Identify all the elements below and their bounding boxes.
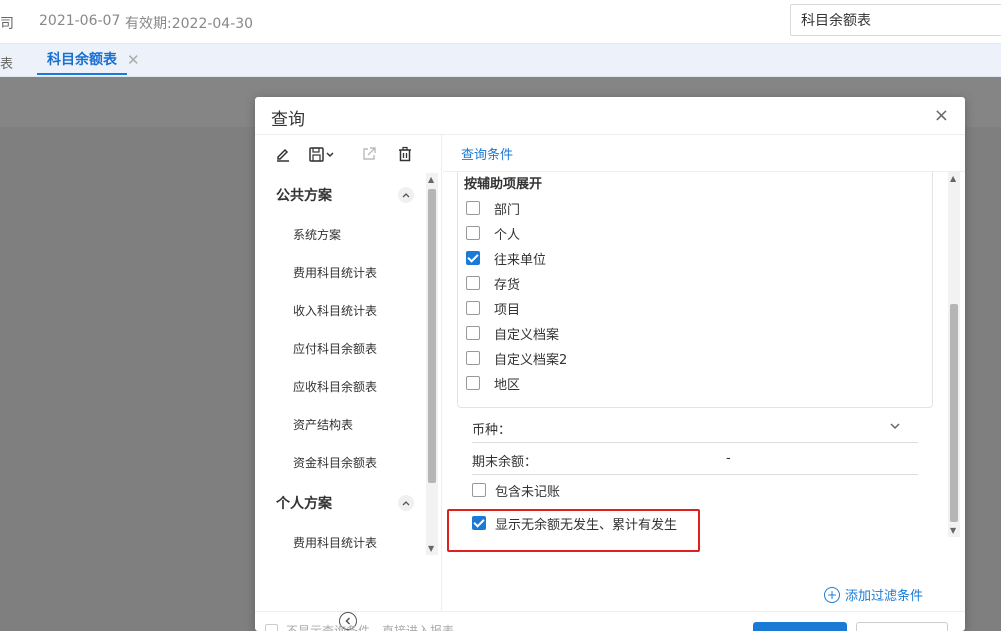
menu-search-input[interactable] xyxy=(790,4,1001,36)
chevron-down-icon[interactable] xyxy=(890,419,900,430)
option-label: 包含未记账 xyxy=(495,484,561,500)
option-label: 自定义档案 xyxy=(494,327,560,343)
checkbox[interactable] xyxy=(466,326,480,340)
checkbox[interactable] xyxy=(466,376,480,390)
confirm-button[interactable] xyxy=(753,622,847,631)
public-scheme-group[interactable]: 公共方案 xyxy=(255,173,425,215)
scheme-item[interactable]: 收入科目统计表 xyxy=(255,291,425,329)
aux-option-region[interactable]: 地区 xyxy=(466,373,520,393)
scroll-up-icon[interactable]: ▲ xyxy=(950,174,956,183)
skip-conditions-label: 不显示查询条件，直接进入报表 xyxy=(286,624,455,631)
scheme-item[interactable]: 资产结构表 xyxy=(255,405,425,443)
highlight-box xyxy=(447,509,700,552)
aux-expand-box xyxy=(457,171,933,408)
currency-label: 币种： xyxy=(472,423,512,438)
edit-icon[interactable] xyxy=(272,143,294,165)
scheme-item[interactable]: 费用科目统计表 xyxy=(255,523,425,551)
option-label: 自定义档案2 xyxy=(494,352,568,368)
query-dialog: 查询 × 公共方案 系统方案 费用科目统计表 收入科目统计表 应付科目余额表 应… xyxy=(255,97,965,631)
scroll-thumb[interactable] xyxy=(950,304,958,522)
checkbox[interactable] xyxy=(466,351,480,365)
tab-bar: 表 科目余额表 ✕ xyxy=(0,44,1001,77)
delete-icon[interactable] xyxy=(394,143,416,165)
ending-balance-label: 期末余额： xyxy=(472,455,538,470)
scheme-scrollbar[interactable]: ▲ ▼ xyxy=(426,173,438,555)
option-label: 地区 xyxy=(494,377,521,393)
scheme-item[interactable]: 资金科目余额表 xyxy=(255,443,425,481)
account-date: 2021-06-07 xyxy=(39,13,121,29)
include-unposted-option[interactable]: 包含未记账 xyxy=(472,480,560,500)
aux-option-project[interactable]: 项目 xyxy=(466,298,520,318)
scheme-item[interactable]: 费用科目统计表 xyxy=(255,253,425,291)
ending-balance-field[interactable]: 期末余额： - xyxy=(472,443,918,475)
aux-option-custom-archive[interactable]: 自定义档案 xyxy=(466,323,559,343)
skip-conditions-checkbox[interactable] xyxy=(265,624,278,631)
tab-account-balance[interactable]: 科目余额表 xyxy=(37,44,127,75)
aux-option-person[interactable]: 个人 xyxy=(466,223,520,243)
checkbox[interactable] xyxy=(472,483,486,497)
aux-option-inventory[interactable]: 存货 xyxy=(466,273,520,293)
scroll-thumb[interactable] xyxy=(428,189,436,483)
add-filter-button[interactable]: + 添加过滤条件 xyxy=(824,585,923,604)
tab-previous[interactable]: 表 xyxy=(0,53,13,72)
group-title: 公共方案 xyxy=(276,188,332,204)
plus-circle-icon: + xyxy=(824,586,840,603)
ending-balance-separator: - xyxy=(726,451,731,466)
aux-option-counterparty[interactable]: 往来单位 xyxy=(466,248,546,268)
top-header: 司 2021-06-07 有效期:2022-04-30 xyxy=(0,0,1001,44)
dialog-header: 查询 × xyxy=(255,97,965,135)
aux-option-custom-archive-2[interactable]: 自定义档案2 xyxy=(466,348,567,368)
chevron-up-icon[interactable] xyxy=(398,495,414,511)
checkbox[interactable] xyxy=(466,301,480,315)
option-label: 往来单位 xyxy=(494,252,547,268)
company-name: 司 xyxy=(0,16,14,32)
chevron-up-icon[interactable] xyxy=(398,187,414,203)
scroll-down-icon[interactable]: ▼ xyxy=(428,544,434,553)
scroll-up-icon[interactable]: ▲ xyxy=(428,175,434,184)
dialog-close-icon[interactable]: × xyxy=(934,105,949,126)
checkbox[interactable] xyxy=(466,276,480,290)
validity-date: 有效期:2022-04-30 xyxy=(125,16,254,32)
dialog-title: 查询 xyxy=(271,110,305,130)
tab-query-conditions[interactable]: 查询条件 xyxy=(461,144,513,163)
option-label: 部门 xyxy=(494,202,521,218)
tab-label: 科目余额表 xyxy=(47,51,117,68)
scheme-toolbar xyxy=(255,135,442,173)
scheme-item[interactable]: 应收科目余额表 xyxy=(255,367,425,405)
tab-close-icon[interactable]: ✕ xyxy=(127,51,140,69)
checkbox-checked[interactable] xyxy=(466,251,480,265)
currency-select[interactable]: 币种： xyxy=(472,411,918,443)
scroll-down-icon[interactable]: ▼ xyxy=(950,526,956,535)
scheme-item[interactable]: 系统方案 xyxy=(255,215,425,253)
option-label: 个人 xyxy=(494,227,521,243)
aux-expand-title: 按辅助项展开 xyxy=(464,177,543,192)
save-dropdown-icon[interactable] xyxy=(307,143,339,165)
personal-scheme-group[interactable]: 个人方案 xyxy=(255,481,425,523)
scheme-list: 公共方案 系统方案 费用科目统计表 收入科目统计表 应付科目余额表 应收科目余额… xyxy=(255,173,425,551)
aux-option-department[interactable]: 部门 xyxy=(466,198,520,218)
group-title: 个人方案 xyxy=(276,496,332,512)
scheme-item[interactable]: 应付科目余额表 xyxy=(255,329,425,367)
add-filter-label: 添加过滤条件 xyxy=(845,589,924,604)
export-icon[interactable] xyxy=(358,143,380,165)
checkbox[interactable] xyxy=(466,226,480,240)
checkbox[interactable] xyxy=(466,201,480,215)
conditions-scrollbar[interactable]: ▲ ▼ xyxy=(948,172,960,537)
option-label: 存货 xyxy=(494,277,521,293)
option-label: 项目 xyxy=(494,302,521,318)
scheme-panel: 公共方案 系统方案 费用科目统计表 收入科目统计表 应付科目余额表 应收科目余额… xyxy=(255,135,442,630)
cancel-button[interactable] xyxy=(856,622,948,631)
dialog-footer: 不显示查询条件，直接进入报表 xyxy=(255,611,965,631)
